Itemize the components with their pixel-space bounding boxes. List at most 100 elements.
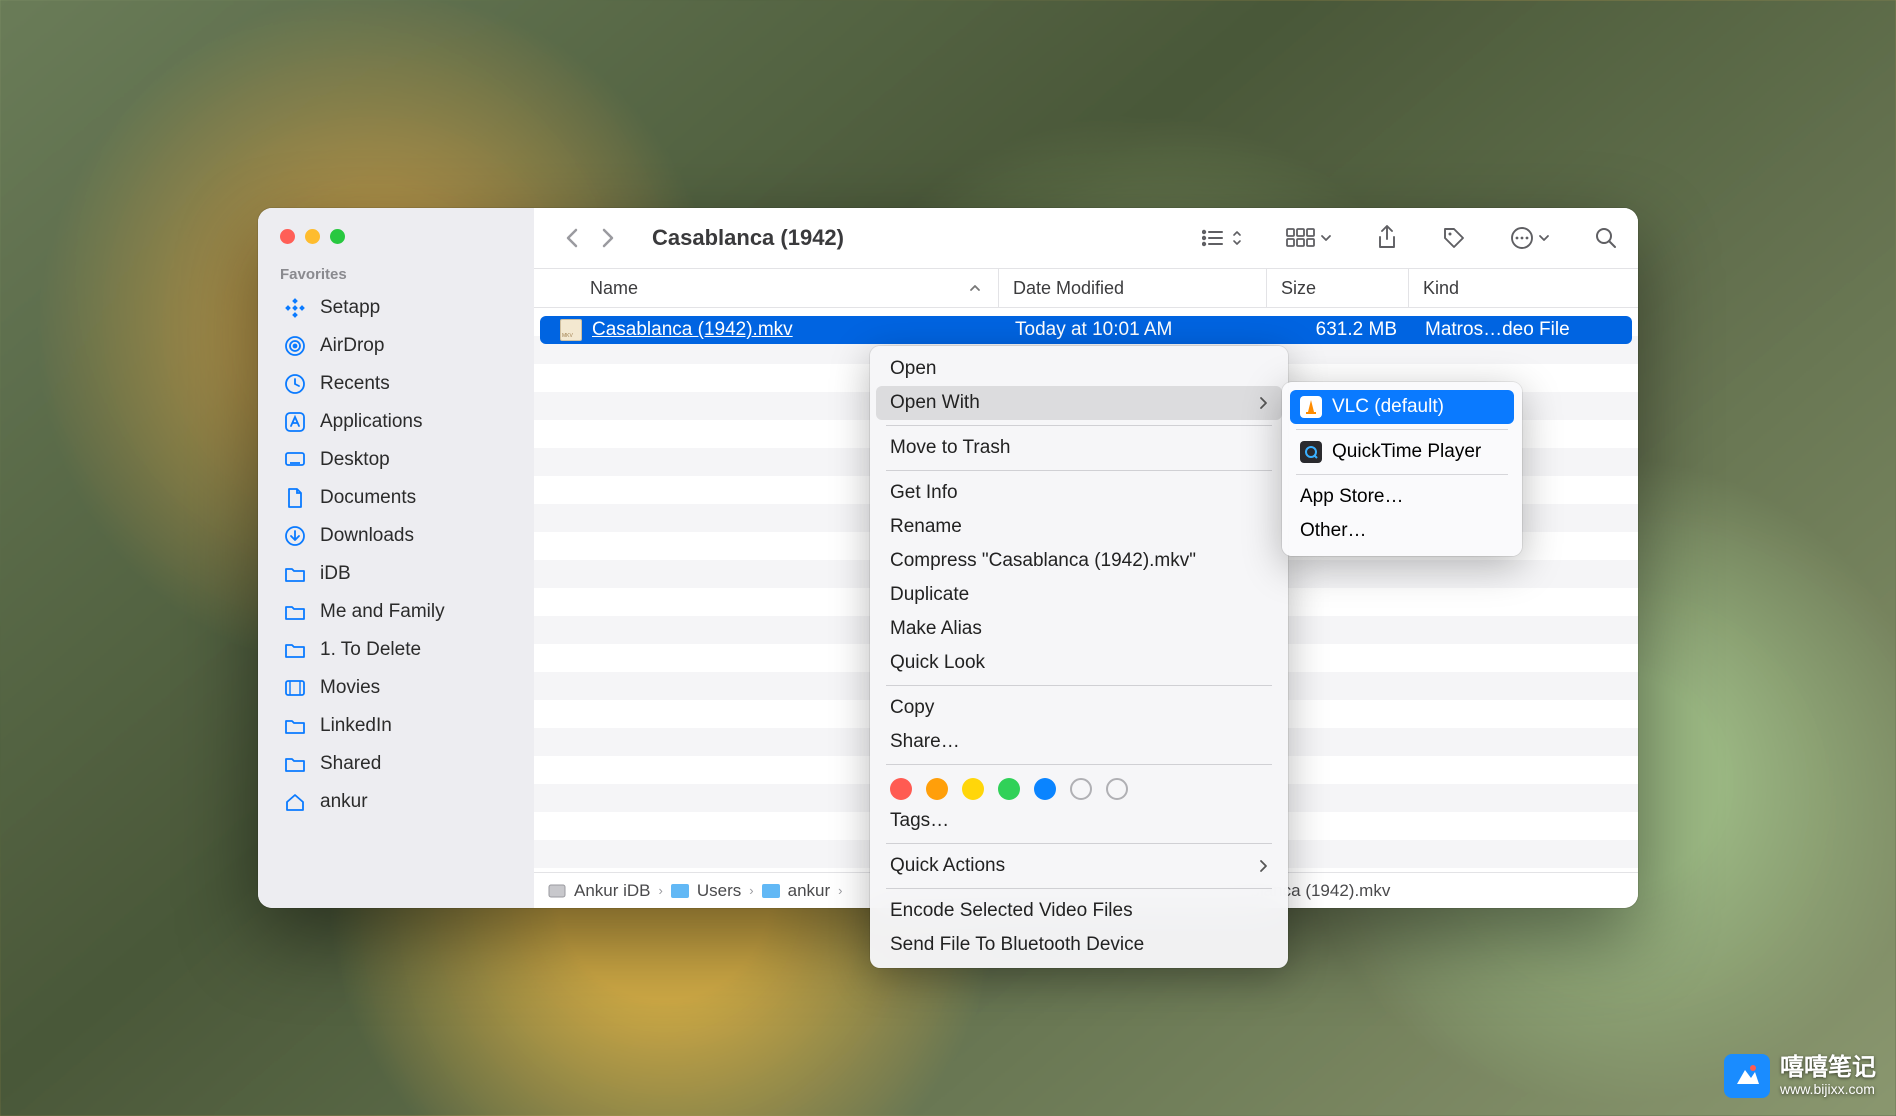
nav-forward-button[interactable] [600, 226, 616, 250]
menu-get-info[interactable]: Get Info [876, 476, 1282, 510]
sidebar-item-shared[interactable]: Shared [258, 745, 534, 783]
sidebar-item-ankur[interactable]: ankur [258, 783, 534, 821]
downloads-icon [284, 525, 306, 547]
fullscreen-button[interactable] [330, 229, 345, 244]
menu-make-alias[interactable]: Make Alias [876, 612, 1282, 646]
file-mkv-icon [560, 319, 582, 341]
column-kind[interactable]: Kind [1409, 269, 1638, 307]
toolbar: Casablanca (1942) [534, 208, 1638, 268]
sidebar-item-movies[interactable]: Movies [258, 669, 534, 707]
menu-compress[interactable]: Compress "Casablanca (1942).mkv" [876, 544, 1282, 578]
file-date: Today at 10:01 AM [1001, 319, 1269, 341]
sidebar-item-recents[interactable]: Recents [258, 365, 534, 403]
sidebar-item-desktop[interactable]: Desktop [258, 441, 534, 479]
submenu-appstore[interactable]: App Store… [1290, 480, 1514, 514]
menu-rename[interactable]: Rename [876, 510, 1282, 544]
open-with-submenu: VLC (default) QuickTime Player App Store… [1282, 382, 1522, 556]
context-menu: Open Open With Move to Trash Get Info Re… [870, 346, 1288, 968]
menu-open[interactable]: Open [876, 352, 1282, 386]
sort-caret-icon [968, 283, 982, 293]
menu-copy[interactable]: Copy [876, 691, 1282, 725]
sidebar-item-label: Setapp [320, 297, 380, 319]
sidebar-item-label: 1. To Delete [320, 639, 421, 661]
menu-separator [886, 843, 1272, 844]
minimize-button[interactable] [305, 229, 320, 244]
finder-window: Favorites Setapp AirDrop Recents Applicatio… [258, 208, 1638, 908]
tag-color-6[interactable] [1106, 778, 1128, 800]
tag-color-2[interactable] [962, 778, 984, 800]
window-title: Casablanca (1942) [652, 225, 1190, 251]
tag-color-1[interactable] [926, 778, 948, 800]
path-segment[interactable]: Ankur iDB [548, 881, 651, 901]
menu-separator [886, 470, 1272, 471]
column-size[interactable]: Size [1267, 269, 1409, 307]
close-button[interactable] [280, 229, 295, 244]
window-controls [258, 226, 534, 266]
tag-color-5[interactable] [1070, 778, 1092, 800]
folder-icon [284, 563, 306, 585]
vlc-icon [1300, 396, 1322, 418]
menu-quick-actions[interactable]: Quick Actions [876, 849, 1282, 883]
tags-button[interactable] [1442, 226, 1466, 250]
sidebar-item-label: Documents [320, 487, 416, 509]
nav-back-button[interactable] [564, 226, 580, 250]
sidebar-item-label: Movies [320, 677, 380, 699]
tag-color-0[interactable] [890, 778, 912, 800]
sidebar-item-airdrop[interactable]: AirDrop [258, 327, 534, 365]
view-list-button[interactable] [1202, 228, 1242, 248]
sidebar-item-setapp[interactable]: Setapp [258, 289, 534, 327]
sidebar-item-1-to-delete[interactable]: 1. To Delete [258, 631, 534, 669]
menu-share[interactable]: Share… [876, 725, 1282, 759]
sidebar-item-applications[interactable]: Applications [258, 403, 534, 441]
actions-button[interactable] [1510, 226, 1550, 250]
chevron-right-icon [1258, 396, 1268, 410]
submenu-vlc[interactable]: VLC (default) [1290, 390, 1514, 424]
menu-duplicate[interactable]: Duplicate [876, 578, 1282, 612]
setapp-icon [284, 297, 306, 319]
folder-icon [284, 639, 306, 661]
tag-color-3[interactable] [998, 778, 1020, 800]
sidebar-item-label: Downloads [320, 525, 414, 547]
movies-icon [284, 677, 306, 699]
sidebar-item-downloads[interactable]: Downloads [258, 517, 534, 555]
menu-encode[interactable]: Encode Selected Video Files [876, 894, 1282, 928]
folder-icon [284, 753, 306, 775]
share-button[interactable] [1376, 225, 1398, 251]
watermark-logo-icon [1724, 1054, 1770, 1098]
submenu-other[interactable]: Other… [1290, 514, 1514, 548]
menu-bluetooth[interactable]: Send File To Bluetooth Device [876, 928, 1282, 962]
menu-open-with[interactable]: Open With [876, 386, 1282, 420]
recents-icon [284, 373, 306, 395]
watermark-title: 嘻嘻笔记 [1780, 1055, 1876, 1081]
file-name[interactable]: Casablanca (1942).mkv [592, 319, 1001, 341]
path-segment[interactable]: Users [671, 881, 741, 901]
path-segment[interactable]: ankur [762, 881, 831, 901]
group-button[interactable] [1286, 228, 1332, 248]
menu-tags[interactable]: Tags… [876, 804, 1282, 838]
column-name[interactable]: Name [534, 269, 999, 307]
search-button[interactable] [1594, 226, 1618, 250]
favorites-label: Favorites [258, 266, 534, 289]
sidebar-item-documents[interactable]: Documents [258, 479, 534, 517]
chevron-right-icon: › [838, 883, 842, 898]
sidebar-item-label: AirDrop [320, 335, 384, 357]
column-date[interactable]: Date Modified [999, 269, 1267, 307]
sidebar-item-idb[interactable]: iDB [258, 555, 534, 593]
menu-quick-look[interactable]: Quick Look [876, 646, 1282, 680]
file-kind: Matros…deo File [1411, 319, 1632, 341]
airdrop-icon [284, 335, 306, 357]
menu-trash[interactable]: Move to Trash [876, 431, 1282, 465]
sidebar-item-label: Applications [320, 411, 422, 433]
home-icon [284, 791, 306, 813]
sidebar-item-linkedin[interactable]: LinkedIn [258, 707, 534, 745]
folder-icon [284, 601, 306, 623]
file-row-selected[interactable]: Casablanca (1942).mkv Today at 10:01 AM … [540, 316, 1632, 344]
column-headers: Name Date Modified Size Kind [534, 268, 1638, 308]
tag-color-4[interactable] [1034, 778, 1056, 800]
menu-separator [1296, 429, 1508, 430]
sidebar-item-label: Desktop [320, 449, 390, 471]
folder-icon [671, 884, 689, 898]
sidebar-item-me-and-family[interactable]: Me and Family [258, 593, 534, 631]
menu-separator [886, 888, 1272, 889]
submenu-quicktime[interactable]: QuickTime Player [1290, 435, 1514, 469]
